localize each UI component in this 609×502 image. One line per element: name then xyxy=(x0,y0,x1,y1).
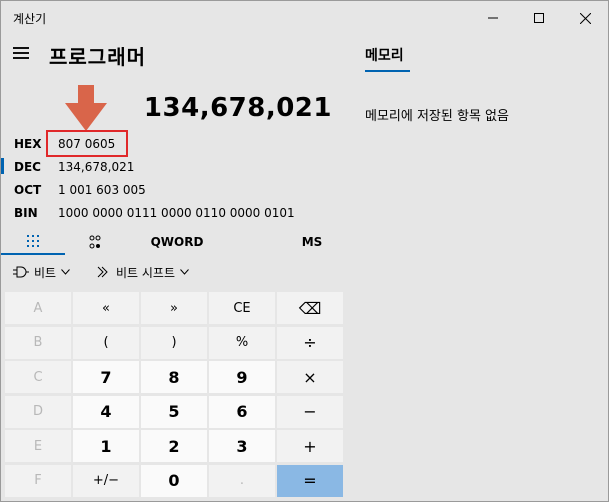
radix-row-dec[interactable]: DEC 134,678,021 xyxy=(1,156,341,178)
key-8[interactable]: 8 xyxy=(141,361,207,393)
radix-label: OCT xyxy=(14,183,42,197)
down-arrow-annotation xyxy=(65,85,107,131)
radix-value: 134,678,021 xyxy=(58,160,135,174)
keypad: A « » CE ⌫ B ( ) % ÷ C 7 8 9 × D 4 5 6 −… xyxy=(5,292,346,498)
radix-row-oct[interactable]: OCT 1 001 603 005 xyxy=(1,179,341,201)
memory-tab[interactable]: 메모리 xyxy=(365,45,404,65)
bitwise-label: 비트 xyxy=(34,265,57,280)
key-4[interactable]: 4 xyxy=(73,395,139,428)
maximize-button[interactable] xyxy=(516,1,562,35)
chevron-down-icon xyxy=(180,269,189,275)
minimize-button[interactable] xyxy=(470,1,516,35)
bit-toggle-icon xyxy=(89,235,101,249)
window-title: 계산기 xyxy=(13,12,47,26)
radix-value: 1000 0000 0111 0000 0110 0000 0101 xyxy=(58,206,295,220)
radix-label: DEC xyxy=(14,160,41,174)
memory-empty-message: 메모리에 저장된 항목 없음 xyxy=(365,109,509,124)
bit-shift-dropdown[interactable]: 비트 시프트 xyxy=(97,259,189,285)
chevron-down-icon xyxy=(61,269,70,275)
key-9[interactable]: 9 xyxy=(209,361,275,393)
key-0[interactable]: 0 xyxy=(141,464,207,497)
key-2[interactable]: 2 xyxy=(141,430,207,462)
key-equals[interactable]: = xyxy=(277,464,343,497)
key-d: D xyxy=(5,395,71,428)
key-e: E xyxy=(5,430,71,462)
key-c: C xyxy=(5,361,71,393)
key-subtract[interactable]: − xyxy=(277,395,343,428)
title-bar: 계산기 xyxy=(1,1,608,35)
keypad-icon xyxy=(27,235,39,247)
key-decimal: . xyxy=(209,464,275,497)
radix-value: 1 001 603 005 xyxy=(58,183,146,197)
bit-shift-label: 비트 시프트 xyxy=(116,265,176,280)
active-radix-marker xyxy=(1,158,4,174)
key-divide[interactable]: ÷ xyxy=(277,326,343,359)
bitwise-dropdown[interactable]: 비트 xyxy=(13,259,70,285)
full-keypad-tab[interactable] xyxy=(1,229,65,255)
key-b: B xyxy=(5,326,71,359)
logic-gate-icon xyxy=(13,266,29,278)
calculator-window: 계산기 프로그래머 134,678,021 HEX 807 0605 DEC 1… xyxy=(0,0,609,502)
hex-highlight-box xyxy=(46,130,128,157)
memory-tab-underline xyxy=(365,70,410,72)
radix-label: BIN xyxy=(14,206,38,220)
key-a: A xyxy=(5,292,71,324)
keypad-tabs: QWORD MS xyxy=(1,229,346,255)
radix-row-bin[interactable]: BIN 1000 0000 0111 0000 0110 0000 0101 xyxy=(1,202,341,224)
key-6[interactable]: 6 xyxy=(209,395,275,428)
minimize-icon xyxy=(488,17,498,19)
key-negate[interactable]: +/− xyxy=(73,464,139,497)
operations-bar: 비트 비트 시프트 xyxy=(1,259,346,285)
key-rotate-left[interactable]: « xyxy=(73,292,139,324)
bit-toggling-keypad-tab[interactable] xyxy=(65,229,125,255)
bit-shift-icon xyxy=(97,266,108,278)
key-close-paren[interactable]: ) xyxy=(141,326,207,359)
key-5[interactable]: 5 xyxy=(141,395,207,428)
key-7[interactable]: 7 xyxy=(73,361,139,393)
key-1[interactable]: 1 xyxy=(73,430,139,462)
key-percent[interactable]: % xyxy=(209,326,275,359)
mode-title: 프로그래머 xyxy=(49,45,146,69)
key-f: F xyxy=(5,464,71,497)
key-clear-entry[interactable]: CE xyxy=(209,292,275,324)
display-value: 134,678,021 xyxy=(143,93,332,123)
backspace-icon[interactable]: ⌫ xyxy=(277,292,343,324)
key-add[interactable]: + xyxy=(277,430,343,462)
radix-label: HEX xyxy=(14,137,42,151)
key-rotate-right[interactable]: » xyxy=(141,292,207,324)
close-icon xyxy=(579,12,591,24)
key-multiply[interactable]: × xyxy=(277,361,343,393)
key-3[interactable]: 3 xyxy=(209,430,275,462)
key-open-paren[interactable]: ( xyxy=(73,326,139,359)
memory-store-button[interactable]: MS xyxy=(277,229,347,255)
maximize-icon xyxy=(534,13,544,23)
menu-icon[interactable] xyxy=(13,45,31,61)
close-button[interactable] xyxy=(562,1,608,35)
word-size-button[interactable]: QWORD xyxy=(127,229,227,255)
